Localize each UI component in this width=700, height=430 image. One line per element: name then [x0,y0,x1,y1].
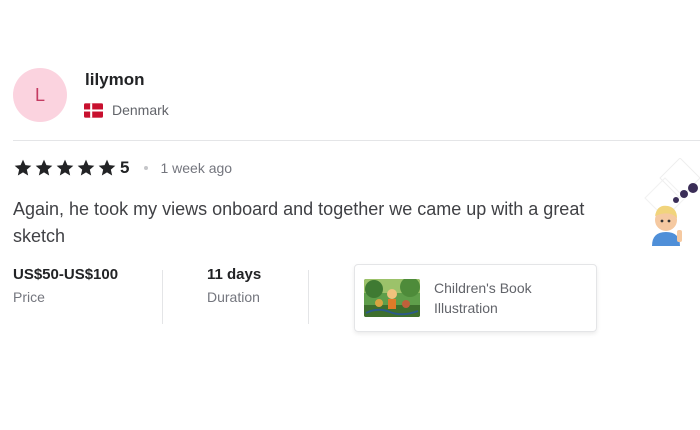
star-icon [14,159,32,176]
review-time: 1 week ago [160,160,233,176]
avatar[interactable]: L [13,68,67,122]
rating-value: 5 [120,158,130,177]
duration-label: Duration [207,289,260,305]
price-value: US$50-US$100 [13,266,119,283]
separator-dot [144,166,149,170]
star-icon [77,159,95,176]
reviewer-username[interactable]: lilymon [85,70,145,90]
star-icon [56,159,74,176]
star-icon [98,159,116,176]
review-text: Again, he took my views onboard and toge… [13,199,585,246]
duration-value: 11 days [207,266,262,283]
duration-stat: 11 days Duration [207,263,261,307]
denmark-flag-icon [84,102,103,118]
divider [13,140,700,141]
price-label: Price [13,289,45,305]
promo-illustration [640,158,700,256]
stat-divider [162,270,163,324]
children-book-illustration-thumbnail [364,279,420,317]
price-stat: US$50-US$100 Price [13,263,133,307]
gig-card[interactable]: Children's Book Illustration [354,264,597,332]
gig-title[interactable]: Children's Book Illustration [434,278,584,318]
star-icon [35,159,53,176]
country-name: Denmark [112,102,169,118]
rating-row: 5 1 week ago [13,158,232,178]
stat-divider [308,270,309,324]
avatar-initial: L [34,84,45,105]
star-rating [13,158,117,178]
reviewer-country: Denmark [84,102,169,118]
